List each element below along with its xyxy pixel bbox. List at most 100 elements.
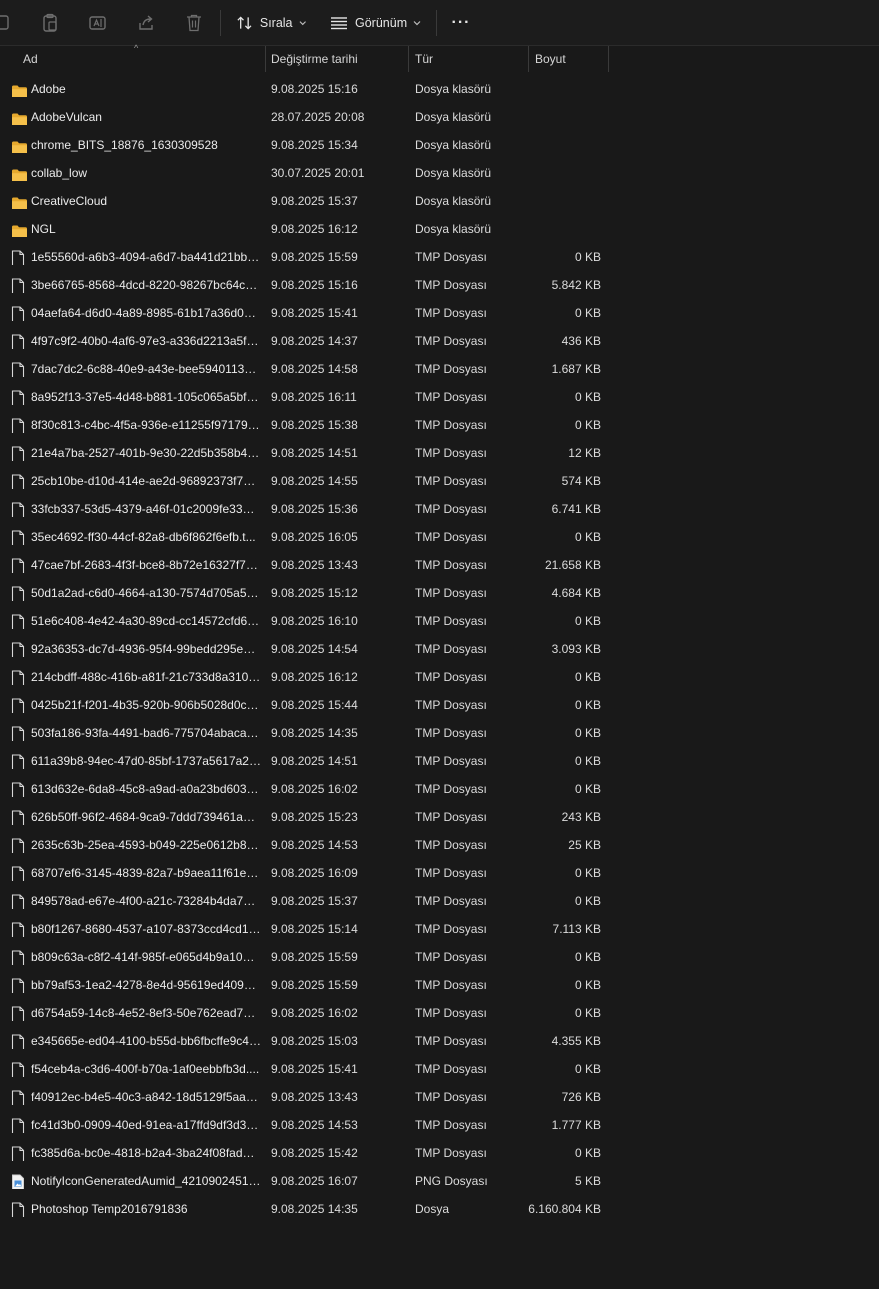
- file-size: 7.113 KB: [552, 922, 601, 936]
- file-row[interactable]: bb79af53-1ea2-4278-8e4d-95619ed40991....…: [0, 971, 879, 999]
- rename-icon: [89, 16, 106, 30]
- file-icon: [11, 893, 27, 909]
- file-name: 503fa186-93fa-4491-bad6-775704abacab....: [31, 726, 261, 740]
- file-row[interactable]: f40912ec-b4e5-40c3-a842-18d5129f5aa6.t..…: [0, 1083, 879, 1111]
- file-date-modified: 9.08.2025 15:41: [271, 1062, 358, 1076]
- file-date-modified: 9.08.2025 14:54: [271, 642, 358, 656]
- file-name: Adobe: [31, 82, 66, 96]
- file-row[interactable]: 04aefa64-d6d0-4a89-8985-61b17a36d088... 9…: [0, 299, 879, 327]
- file-row[interactable]: f54ceb4a-c3d6-400f-b70a-1af0eebbfb3d....…: [0, 1055, 879, 1083]
- file-type: TMP Dosyası: [415, 978, 487, 992]
- more-options-button[interactable]: ···: [449, 8, 473, 38]
- file-type: Dosya: [415, 1202, 450, 1216]
- file-row[interactable]: Adobe 9.08.2025 15:16 Dosya klasörü: [0, 75, 879, 103]
- file-size: 0 KB: [574, 698, 601, 712]
- file-list: Adobe 9.08.2025 15:16 Dosya klasörü AdobeV…: [0, 75, 879, 1223]
- file-date-modified: 9.08.2025 15:14: [271, 922, 358, 936]
- file-row[interactable]: NGL 9.08.2025 16:12 Dosya klasörü: [0, 215, 879, 243]
- file-row[interactable]: 849578ad-e67e-4f00-a21c-73284b4da736....…: [0, 887, 879, 915]
- file-date-modified: 9.08.2025 16:09: [271, 866, 358, 880]
- file-row[interactable]: 35ec4692-ff30-44cf-82a8-db6f862f6efb.t..…: [0, 523, 879, 551]
- folder-icon: [11, 165, 27, 181]
- file-name: 7dac7dc2-6c88-40e9-a43e-bee59401139e...: [31, 362, 261, 376]
- file-icon: [11, 641, 27, 657]
- file-row[interactable]: collab_low 30.07.2025 20:01 Dosya klasörü: [0, 159, 879, 187]
- sort-button[interactable]: Sırala: [236, 8, 306, 38]
- file-type: TMP Dosyası: [415, 306, 487, 320]
- copy-button[interactable]: [0, 8, 14, 38]
- file-row[interactable]: Photoshop Temp2016791836 9.08.2025 14:35 D…: [0, 1195, 879, 1223]
- file-type: Dosya klasörü: [415, 194, 492, 208]
- file-name: 849578ad-e67e-4f00-a21c-73284b4da736....: [31, 894, 261, 908]
- file-name: 35ec4692-ff30-44cf-82a8-db6f862f6efb.t..…: [31, 530, 256, 544]
- file-row[interactable]: 8f30c813-c4bc-4f5a-936e-e11255f97179.t..…: [0, 411, 879, 439]
- paste-button[interactable]: [38, 8, 62, 38]
- file-row[interactable]: 0425b21f-f201-4b35-920b-906b5028d0c5... 9…: [0, 691, 879, 719]
- file-size: 6.741 KB: [551, 502, 601, 516]
- file-row[interactable]: d6754a59-14c8-4e52-8ef3-50e762ead741....…: [0, 999, 879, 1027]
- file-row[interactable]: 8a952f13-37e5-4d48-b881-105c065a5bf7....…: [0, 383, 879, 411]
- file-row[interactable]: chrome_BITS_18876_1630309528 9.08.2025 15…: [0, 131, 879, 159]
- delete-button[interactable]: [182, 8, 206, 38]
- file-name: 0425b21f-f201-4b35-920b-906b5028d0c5...: [31, 698, 261, 712]
- rename-button[interactable]: [86, 8, 110, 38]
- file-row[interactable]: 47cae7bf-2683-4f3f-bce8-8b72e16327f7.t..…: [0, 551, 879, 579]
- command-bar: Sırala Görünüm ···: [0, 0, 879, 46]
- file-row[interactable]: 50d1a2ad-c6d0-4664-a130-7574d705a5c6... 9…: [0, 579, 879, 607]
- file-row[interactable]: 25cb10be-d10d-414e-ae2d-96892373f7b3... 9…: [0, 467, 879, 495]
- file-row[interactable]: 92a36353-dc7d-4936-95f4-99bedd295e97... 9…: [0, 635, 879, 663]
- file-type: TMP Dosyası: [415, 838, 487, 852]
- folder-icon: [11, 137, 27, 153]
- file-row[interactable]: 51e6c408-4e42-4a30-89cd-cc14572cfd67....…: [0, 607, 879, 635]
- file-row[interactable]: 2635c63b-25ea-4593-b049-225e0612b89f....…: [0, 831, 879, 859]
- file-date-modified: 9.08.2025 14:35: [271, 1202, 358, 1216]
- file-name: f54ceb4a-c3d6-400f-b70a-1af0eebbfb3d....: [31, 1062, 260, 1076]
- file-row[interactable]: NotifyIconGeneratedAumid_42109024513... 9…: [0, 1167, 879, 1195]
- file-row[interactable]: 626b50ff-96f2-4684-9ca9-7ddd739461a2.t..…: [0, 803, 879, 831]
- view-button[interactable]: Görünüm: [330, 8, 425, 38]
- file-row[interactable]: 1e55560d-a6b3-4094-a6d7-ba441d21bbc... 9.…: [0, 243, 879, 271]
- file-date-modified: 9.08.2025 16:02: [271, 782, 358, 796]
- file-size: 0 KB: [574, 726, 601, 740]
- file-row[interactable]: 214cbdff-488c-416b-a81f-21c733d8a310.t..…: [0, 663, 879, 691]
- sort-arrows-icon: [237, 16, 252, 30]
- share-button[interactable]: [134, 8, 158, 38]
- file-icon: [11, 725, 27, 741]
- file-size: 1.687 KB: [551, 362, 601, 376]
- file-size: 5 KB: [574, 1174, 601, 1188]
- file-row[interactable]: e345665e-ed04-4100-b55d-bb6fbcffe9c4....…: [0, 1027, 879, 1055]
- column-header-type[interactable]: Tür: [409, 46, 529, 72]
- column-header-name[interactable]: Ad: [0, 46, 266, 72]
- file-size: 0 KB: [574, 390, 601, 404]
- file-name: b809c63a-c8f2-414f-985f-e065d4b9a106.t..…: [31, 950, 261, 964]
- file-row[interactable]: 613d632e-6da8-45c8-a9ad-a0a23bd60384... 9…: [0, 775, 879, 803]
- file-type: TMP Dosyası: [415, 698, 487, 712]
- file-row[interactable]: 7dac7dc2-6c88-40e9-a43e-bee59401139e... 9…: [0, 355, 879, 383]
- file-name: chrome_BITS_18876_1630309528: [31, 138, 218, 152]
- column-header-size[interactable]: Boyut: [529, 46, 609, 72]
- file-row[interactable]: CreativeCloud 9.08.2025 15:37 Dosya klasör…: [0, 187, 879, 215]
- file-row[interactable]: 611a39b8-94ec-47d0-85bf-1737a5617a23....…: [0, 747, 879, 775]
- file-date-modified: 9.08.2025 15:37: [271, 894, 358, 908]
- file-row[interactable]: b809c63a-c8f2-414f-985f-e065d4b9a106.t..…: [0, 943, 879, 971]
- file-row[interactable]: 503fa186-93fa-4491-bad6-775704abacab....…: [0, 719, 879, 747]
- view-list-icon: [331, 17, 347, 30]
- file-size: 0 KB: [574, 754, 601, 768]
- file-row[interactable]: b80f1267-8680-4537-a107-8373ccd4cd16....…: [0, 915, 879, 943]
- file-type: TMP Dosyası: [415, 1034, 487, 1048]
- file-row[interactable]: 3be66765-8568-4dcd-8220-98267bc64c16... 9…: [0, 271, 879, 299]
- file-row[interactable]: 21e4a7ba-2527-401b-9e30-22d5b358b405... 9…: [0, 439, 879, 467]
- file-size: 0 KB: [574, 894, 601, 908]
- file-row[interactable]: 4f97c9f2-40b0-4af6-97e3-a336d2213a5f.t..…: [0, 327, 879, 355]
- column-header-date[interactable]: Değiştirme tarihi: [266, 46, 409, 72]
- file-icon: [11, 1145, 27, 1161]
- file-size: 4.684 KB: [551, 586, 601, 600]
- file-row[interactable]: AdobeVulcan 28.07.2025 20:08 Dosya klasörü: [0, 103, 879, 131]
- file-row[interactable]: fc41d3b0-0909-40ed-91ea-a17ffd9df3d3.t..…: [0, 1111, 879, 1139]
- file-date-modified: 9.08.2025 16:05: [271, 530, 358, 544]
- file-row[interactable]: 33fcb337-53d5-4379-a46f-01c2009fe332.t..…: [0, 495, 879, 523]
- file-type: TMP Dosyası: [415, 1146, 487, 1160]
- file-row[interactable]: 68707ef6-3145-4839-82a7-b9aea11f61e1.t..…: [0, 859, 879, 887]
- file-row[interactable]: fc385d6a-bc0e-4818-b2a4-3ba24f08fad2....…: [0, 1139, 879, 1167]
- file-date-modified: 9.08.2025 15:44: [271, 698, 358, 712]
